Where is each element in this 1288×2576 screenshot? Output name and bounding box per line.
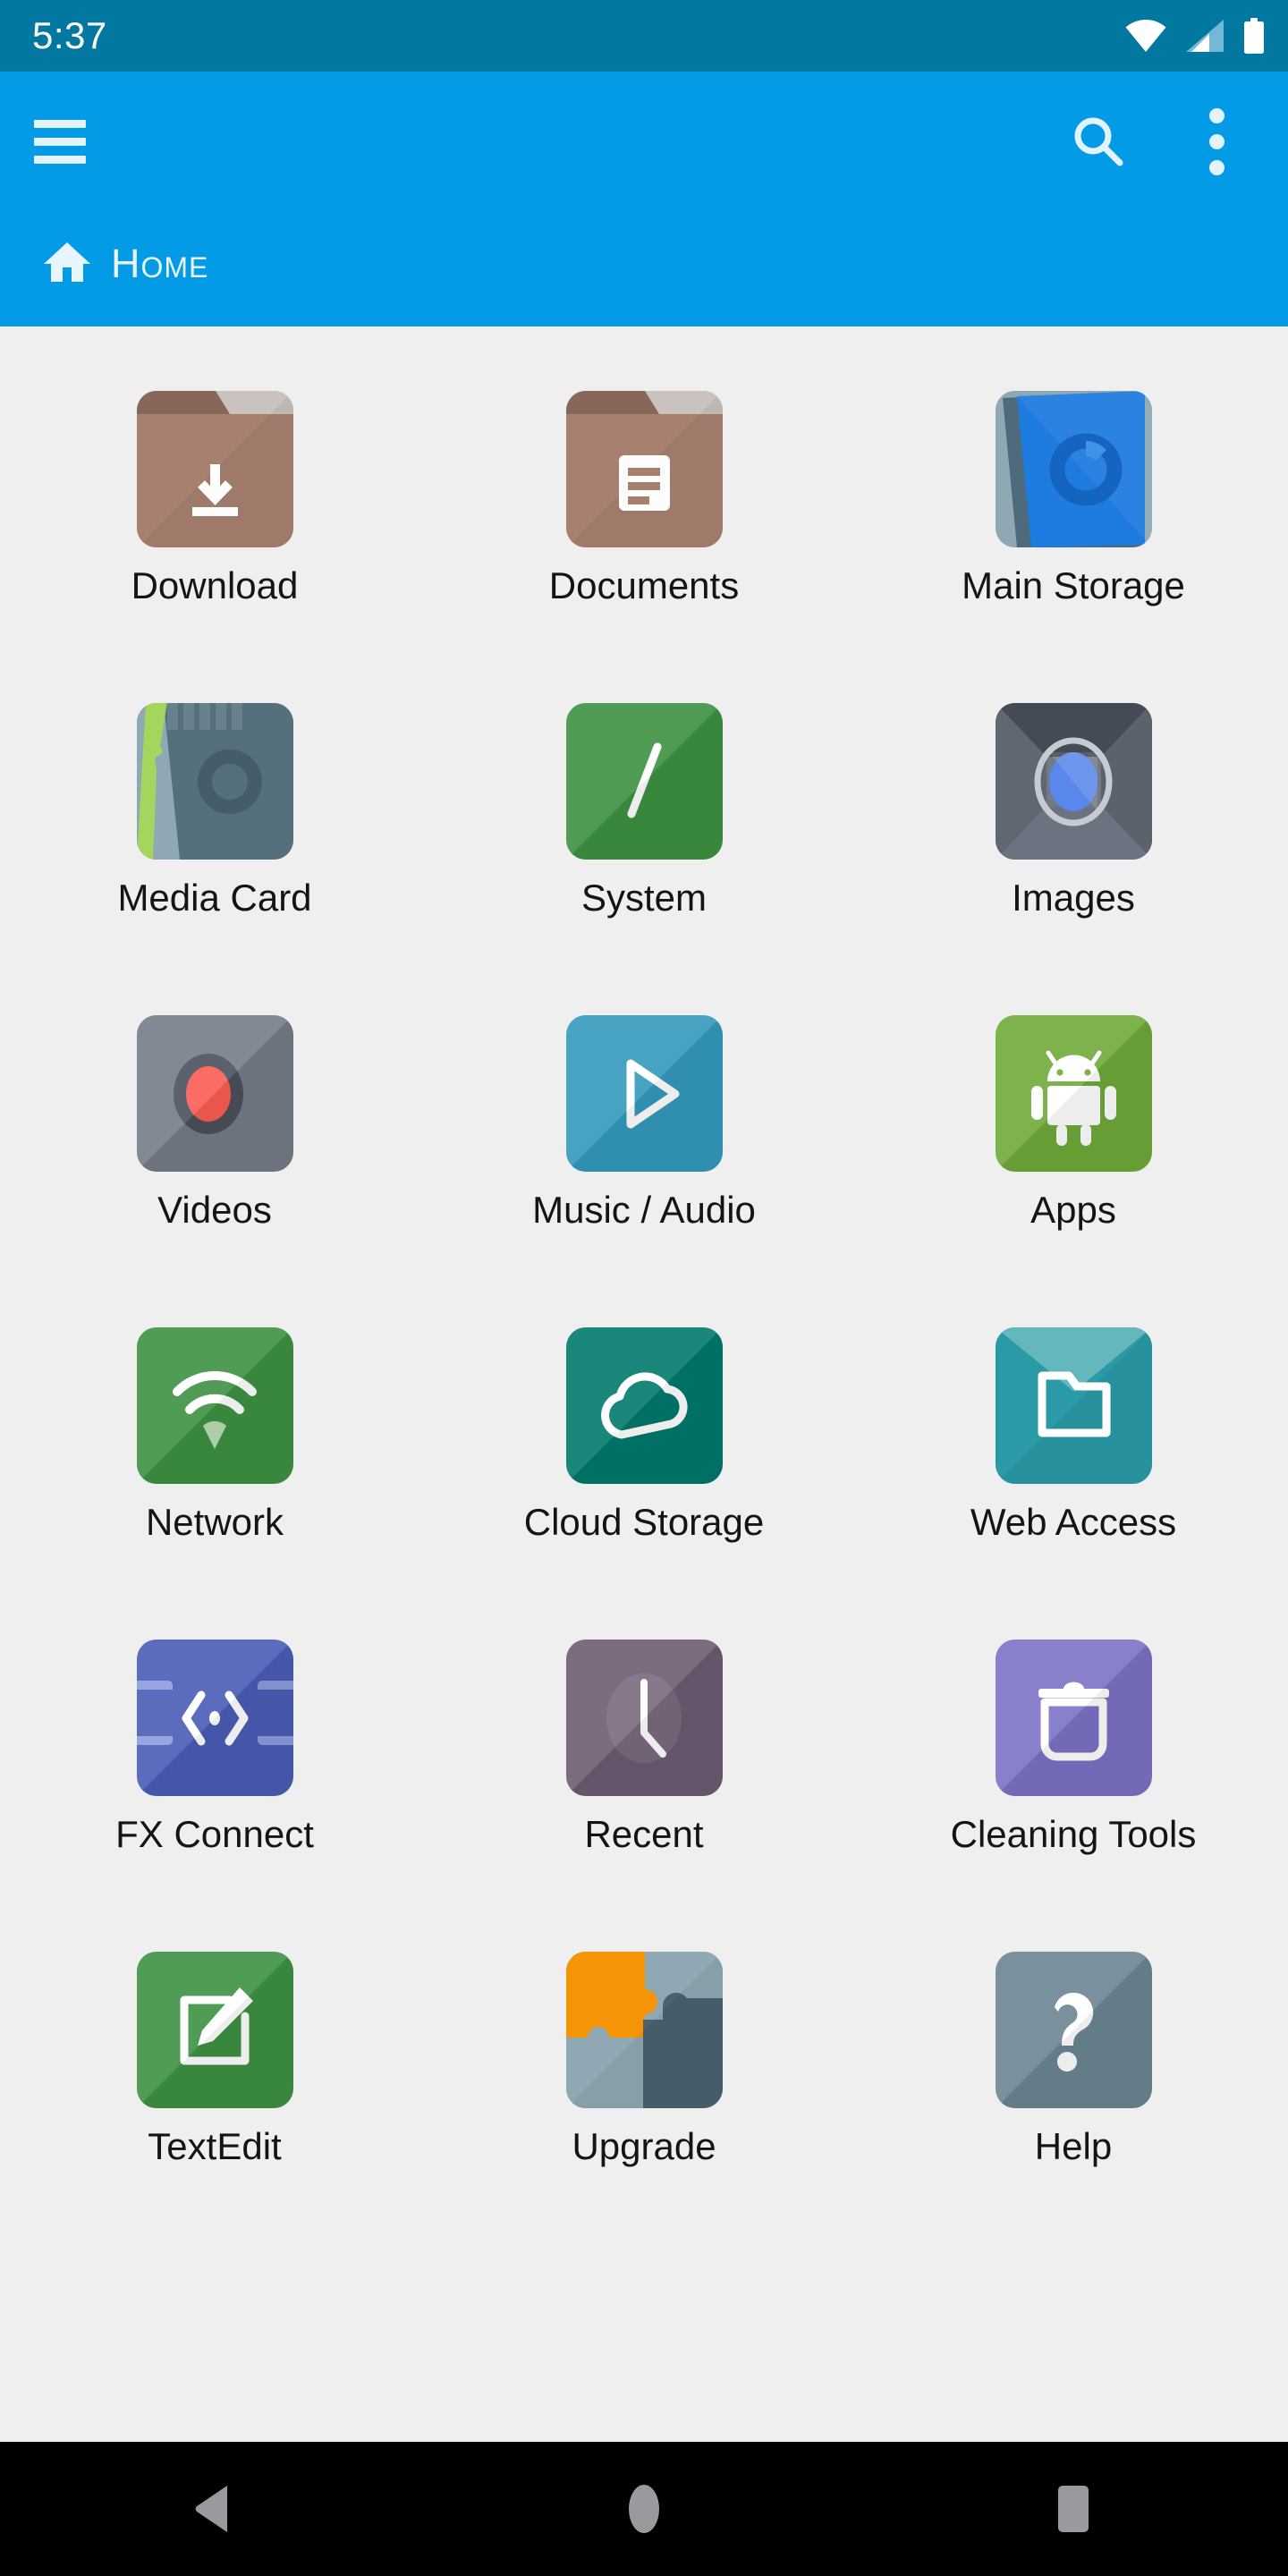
pencil-square-glyph: [137, 1952, 293, 2108]
grid-item-label: FX Connect: [115, 1813, 314, 1855]
grid-item-label: Documents: [548, 564, 740, 606]
grid-item-label: Videos: [157, 1189, 272, 1231]
grid-item-documents[interactable]: Documents: [429, 373, 859, 685]
network-wifi-icon: [136, 1327, 293, 1484]
file-grid-container: Download Documents Main Storage Media Ca…: [0, 326, 1288, 2442]
home-circle-icon: [626, 2484, 662, 2534]
grid-item-cleaning-tools[interactable]: Cleaning Tools: [859, 1622, 1288, 1934]
web-access-folder-icon: [995, 1327, 1152, 1484]
trash-glyph: [996, 1640, 1152, 1796]
help-question-icon: [995, 1952, 1152, 2108]
grid-item-label: System: [580, 877, 708, 919]
text-edit-icon: [136, 1952, 293, 2108]
recents-square-icon: [1050, 2484, 1097, 2534]
grid-item-label: Apps: [1030, 1189, 1116, 1231]
sd-card-icon: [136, 703, 293, 860]
overflow-menu-button[interactable]: [1181, 106, 1252, 177]
cloud-storage-icon: [565, 1327, 723, 1484]
videos-record-icon: [136, 1015, 293, 1172]
status-bar: 5:37: [0, 0, 1288, 72]
grid-item-label: Recent: [584, 1813, 704, 1855]
android-navigation-bar: [0, 2442, 1288, 2576]
hamburger-bar: [34, 155, 86, 164]
puzzle-upgrade-icon: [565, 1952, 723, 2108]
back-triangle-icon: [191, 2484, 238, 2534]
nav-back-button[interactable]: [143, 2442, 286, 2576]
grid-item-label: Web Access: [970, 1501, 1177, 1543]
grid-item-images[interactable]: Images: [859, 685, 1288, 997]
grid-item-recent[interactable]: Recent: [429, 1622, 859, 1934]
grid-item-fx-connect[interactable]: FX Connect: [0, 1622, 429, 1934]
nav-recents-button[interactable]: [1002, 2442, 1145, 2576]
hamburger-bar: [34, 137, 86, 146]
grid-item-help[interactable]: Help: [859, 1934, 1288, 2246]
grid-item-label: Cleaning Tools: [950, 1813, 1197, 1855]
breadcrumb-item-home[interactable]: HOME: [43, 234, 208, 287]
android-robot-glyph: [996, 1015, 1152, 1172]
search-icon: [1071, 114, 1126, 169]
images-lens-icon: [995, 703, 1152, 860]
trash-clean-icon: [995, 1640, 1152, 1796]
grid-item-media-card[interactable]: Media Card: [0, 685, 429, 997]
grid-item-textedit[interactable]: TextEdit: [0, 1934, 429, 2246]
recent-clock-icon: [565, 1640, 723, 1796]
file-grid: Download Documents Main Storage Media Ca…: [0, 373, 1288, 2246]
grid-item-label: TextEdit: [148, 2125, 282, 2167]
overflow-dot: [1208, 133, 1224, 149]
play-triangle-glyph: [566, 1015, 723, 1172]
search-button[interactable]: [1063, 106, 1134, 177]
app-bar: [0, 72, 1288, 211]
phone-screen: 5:37 Home Download Documents Main Storag…: [0, 0, 1288, 2576]
hamburger-menu-icon[interactable]: [34, 110, 97, 173]
battery-icon: [1243, 18, 1265, 54]
folder-documents-icon: [565, 391, 723, 547]
overflow-menu-icon: [1208, 107, 1224, 175]
nav-home-button[interactable]: [572, 2442, 716, 2576]
grid-item-label: Help: [1034, 2125, 1113, 2167]
grid-item-label: Download: [131, 564, 299, 606]
app-bar-actions: [1063, 106, 1252, 177]
grid-item-download[interactable]: Download: [0, 373, 429, 685]
wifi-icon: [1125, 20, 1166, 52]
grid-item-label: Network: [145, 1501, 284, 1543]
wifi-glyph: [137, 1327, 293, 1484]
hamburger-bar: [34, 119, 86, 128]
grid-item-label: Images: [1012, 877, 1135, 919]
breadcrumb-label: HOME: [111, 241, 209, 286]
system-slash-icon: [565, 703, 723, 860]
question-mark-glyph: [996, 1952, 1152, 2108]
overflow-dot: [1208, 159, 1224, 175]
breadcrumb: HOME: [0, 211, 1288, 326]
main-storage-icon: [995, 391, 1152, 547]
status-bar-icons: [1125, 18, 1265, 54]
android-apps-icon: [995, 1015, 1152, 1172]
grid-item-network[interactable]: Network: [0, 1309, 429, 1622]
home-icon: [43, 241, 91, 288]
overflow-dot: [1208, 107, 1224, 123]
grid-item-label: Music / Audio: [532, 1189, 756, 1231]
fx-connect-icon: [136, 1640, 293, 1796]
grid-item-system[interactable]: System: [429, 685, 859, 997]
slash-glyph: [566, 703, 723, 860]
grid-item-label: Main Storage: [962, 564, 1185, 606]
cloud-glyph: [566, 1327, 723, 1484]
grid-item-web-access[interactable]: Web Access: [859, 1309, 1288, 1622]
grid-item-label: Cloud Storage: [523, 1501, 765, 1543]
folder-download-icon: [136, 391, 293, 547]
grid-item-music-audio[interactable]: Music / Audio: [429, 997, 859, 1309]
grid-item-label: Upgrade: [572, 2125, 716, 2167]
status-clock: 5:37: [32, 14, 107, 56]
grid-item-apps[interactable]: Apps: [859, 997, 1288, 1309]
grid-item-label: Media Card: [117, 877, 312, 919]
music-play-icon: [565, 1015, 723, 1172]
cellular-signal-icon: [1186, 20, 1224, 52]
grid-item-main-storage[interactable]: Main Storage: [859, 373, 1288, 685]
grid-item-cloud-storage[interactable]: Cloud Storage: [429, 1309, 859, 1622]
grid-item-videos[interactable]: Videos: [0, 997, 429, 1309]
grid-item-upgrade[interactable]: Upgrade: [429, 1934, 859, 2246]
